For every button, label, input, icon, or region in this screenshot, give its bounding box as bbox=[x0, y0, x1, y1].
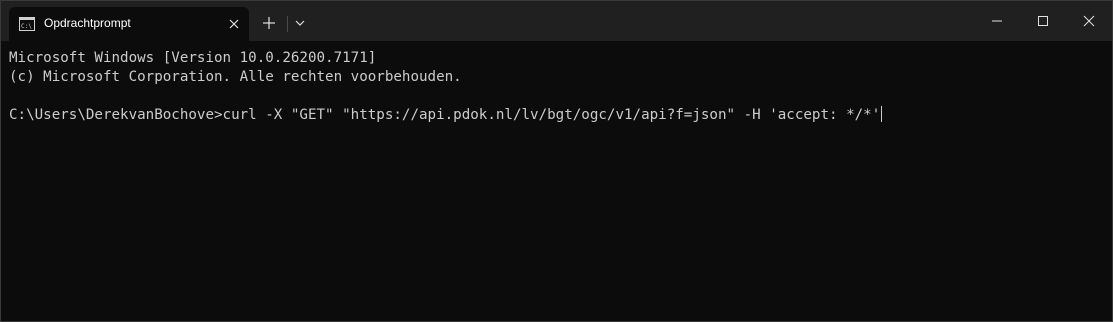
tab-title: Opdrachtprompt bbox=[44, 16, 131, 30]
tab-separator bbox=[287, 16, 288, 32]
terminal-output[interactable]: Microsoft Windows [Version 10.0.26200.71… bbox=[1, 41, 1112, 321]
minimize-button[interactable] bbox=[974, 1, 1020, 41]
terminal-line-command[interactable]: C:\Users\DerekvanBochove>curl -X "GET" "… bbox=[9, 106, 1104, 125]
close-icon[interactable] bbox=[227, 17, 241, 31]
terminal-line-version: Microsoft Windows [Version 10.0.26200.71… bbox=[9, 50, 377, 66]
cmd-icon: C:\ bbox=[19, 17, 35, 31]
tab-opdrachtprompt[interactable]: C:\ Opdrachtprompt bbox=[9, 7, 249, 41]
svg-text:C:\: C:\ bbox=[21, 23, 32, 30]
terminal-window: C:\ Opdrachtprompt Microsoft Windows [Ve… bbox=[0, 0, 1113, 322]
maximize-button[interactable] bbox=[1020, 1, 1066, 41]
tab-bar: C:\ Opdrachtprompt bbox=[1, 1, 1112, 41]
command-text: C:\Users\DerekvanBochove>curl -X "GET" "… bbox=[9, 107, 881, 123]
maximize-icon bbox=[1038, 16, 1048, 26]
plus-icon[interactable] bbox=[259, 13, 279, 33]
minimize-icon bbox=[992, 20, 1002, 22]
text-cursor bbox=[881, 106, 883, 122]
terminal-line-copyright: (c) Microsoft Corporation. Alle rechten … bbox=[9, 69, 462, 85]
chevron-down-icon[interactable] bbox=[291, 13, 309, 33]
close-window-button[interactable] bbox=[1066, 1, 1112, 41]
close-icon bbox=[1083, 15, 1095, 27]
